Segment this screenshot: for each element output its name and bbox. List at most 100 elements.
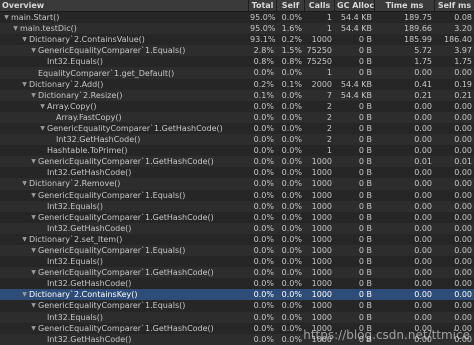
time-ms-cell: 0.00 bbox=[414, 212, 432, 222]
table-row[interactable]: ▼ GenericEqualityComparer`1.Equals() 0.0% 0… bbox=[0, 300, 474, 312]
triangle-down-icon[interactable]: ▼ bbox=[20, 234, 29, 245]
calls-cell: 1000 bbox=[311, 223, 332, 233]
table-row[interactable]: ▶Int32.Equals() 0.0% 0.0% 1000 0 B 0.00 0.00 bbox=[0, 256, 474, 268]
table-row[interactable]: ▶Int32.Equals() 0.0% 0.0% 1000 0 B 0.00 0.00 bbox=[0, 311, 474, 323]
self-cell: 0.0% bbox=[281, 245, 302, 255]
triangle-down-icon[interactable]: ▼ bbox=[20, 79, 29, 90]
table-row[interactable]: ▼ main.testDic() 95.0% 1.6% 1 54.4 KB 189.66 3.… bbox=[0, 23, 474, 35]
table-row[interactable]: ▼ Dictionary`2.ContainsKey() 0.0% 0.0% 1000 0… bbox=[0, 289, 474, 301]
table-row[interactable]: ▼ GenericEqualityComparer`1.GetHashCode()… bbox=[0, 156, 474, 168]
gc-alloc-cell: 0 B bbox=[358, 257, 372, 267]
triangle-down-icon[interactable]: ▼ bbox=[29, 156, 38, 167]
triangle-down-icon[interactable]: ▼ bbox=[20, 34, 29, 45]
triangle-down-icon[interactable]: ▼ bbox=[29, 90, 38, 101]
self-cell: 0.0% bbox=[281, 301, 302, 311]
table-row[interactable]: ▼ Dictionary`2.Remove() 0.0% 0.0% 1000 0 B 0.0… bbox=[0, 178, 474, 190]
table-row[interactable]: ▶Int32.Equals() 0.0% 0.0% 1000 0 B 0.00 0.00 bbox=[0, 200, 474, 212]
time-ms-cell: 0.00 bbox=[414, 223, 432, 233]
table-row[interactable]: ▼ Dictionary`2.Add() 0.2% 0.1% 2000 54.4 KB 0.… bbox=[0, 78, 474, 90]
row-label: EqualityComparer`1.get_Default() bbox=[38, 68, 175, 78]
total-cell: 0.0% bbox=[253, 190, 274, 200]
gc-alloc-cell: 0 B bbox=[358, 68, 372, 78]
table-row[interactable]: ▶Int32.GetHashCode() 0.0% 0.0% 1000 0 B 0.00 0… bbox=[0, 167, 474, 179]
self-ms-cell: 0.21 bbox=[454, 90, 472, 100]
row-name-cell: ▶Int32.GetHashCode() bbox=[0, 167, 248, 178]
row-name-cell: ▶Int32.Equals() bbox=[0, 256, 248, 267]
gc-alloc-cell: 0 B bbox=[358, 234, 372, 244]
triangle-down-icon[interactable]: ▼ bbox=[38, 123, 47, 134]
column-overview[interactable]: Overview bbox=[0, 0, 248, 11]
calls-cell: 1000 bbox=[311, 245, 332, 255]
self-ms-cell: 3.20 bbox=[454, 24, 472, 34]
total-cell: 95.0% bbox=[250, 13, 276, 22]
gc-alloc-cell: 0 B bbox=[358, 301, 372, 311]
row-name-cell: ▼ main.Start() bbox=[0, 12, 248, 23]
calls-cell: 1000 bbox=[311, 301, 332, 311]
triangle-down-icon[interactable]: ▼ bbox=[29, 300, 38, 311]
column-calls[interactable]: Calls bbox=[304, 0, 334, 11]
table-row[interactable]: ▶Array.FastCopy() 0.0% 0.0% 2 0 B 0.00 0.00 bbox=[0, 111, 474, 123]
total-cell: 0.0% bbox=[253, 135, 274, 145]
self-ms-cell: 0.01 bbox=[454, 157, 472, 167]
self-cell: 0.0% bbox=[281, 290, 302, 300]
column-self[interactable]: Self bbox=[276, 0, 304, 11]
self-cell: 0.2% bbox=[281, 35, 302, 45]
row-name-cell: ▶Int32.Equals() bbox=[0, 56, 248, 67]
gc-alloc-cell: 0 B bbox=[358, 290, 372, 300]
gc-alloc-cell: 0 B bbox=[358, 179, 372, 189]
table-row[interactable]: ▼ Dictionary`2.set_Item() 0.0% 0.0% 1000 0 B 0… bbox=[0, 233, 474, 245]
column-total[interactable]: Total bbox=[248, 0, 276, 11]
self-cell: 0.0% bbox=[281, 201, 302, 211]
triangle-down-icon[interactable]: ▼ bbox=[29, 190, 38, 201]
table-row[interactable]: ▼ GenericEqualityComparer`1.GetHashCode()… bbox=[0, 211, 474, 223]
table-row[interactable]: ▼ Dictionary`2.ContainsValue() 93.1% 0.2% 10… bbox=[0, 34, 474, 46]
gc-alloc-cell: 54.4 KB bbox=[340, 13, 372, 22]
calls-cell: 2 bbox=[326, 101, 332, 111]
row-name-cell: ▼ Array.Copy() bbox=[0, 101, 248, 112]
table-row[interactable]: ▶EqualityComparer`1.get_Default() 0.0% 0.0… bbox=[0, 67, 474, 79]
column-gc-alloc[interactable]: GC Alloc bbox=[334, 0, 374, 11]
row-label: Int32.Equals() bbox=[47, 201, 104, 211]
self-cell: 0.0% bbox=[281, 112, 302, 122]
table-row[interactable]: ▼ GenericEqualityComparer`1.GetHashCode()… bbox=[0, 267, 474, 279]
triangle-down-icon[interactable]: ▼ bbox=[20, 289, 29, 300]
self-ms-cell: 0.19 bbox=[454, 79, 472, 89]
table-row[interactable]: ▼ main.Start() 95.0% 0.0% 1 54.4 KB 189.75 0.08 bbox=[0, 12, 474, 24]
row-name-cell: ▼ GenericEqualityComparer`1.GetHashCode() bbox=[0, 156, 248, 167]
row-label: GenericEqualityComparer`1.GetHashCode() bbox=[38, 323, 214, 333]
gc-alloc-cell: 0 B bbox=[358, 135, 372, 145]
triangle-down-icon[interactable]: ▼ bbox=[11, 23, 20, 34]
triangle-down-icon[interactable]: ▼ bbox=[29, 323, 38, 334]
table-row[interactable]: ▼ GenericEqualityComparer`1.Equals() 0.0% 0… bbox=[0, 244, 474, 257]
table-row[interactable]: ▶Int32.GetHashCode() 0.0% 0.0% 1000 0 B 0.00 0… bbox=[0, 222, 474, 234]
table-row[interactable]: ▶Int32.GetHashCode() 0.0% 0.0% 2 0 B 0.00 0.00 bbox=[0, 134, 474, 146]
self-ms-cell: 0.00 bbox=[454, 223, 472, 233]
gc-alloc-cell: 0 B bbox=[358, 212, 372, 222]
table-row[interactable]: ▶Int32.Equals() 0.8% 0.8% 75250 0 B 1.75 1.75 bbox=[0, 56, 474, 68]
triangle-down-icon[interactable]: ▼ bbox=[2, 12, 11, 23]
table-row[interactable]: ▶Hashtable.ToPrime() 0.0% 0.0% 1 0 B 0.00 0.00 bbox=[0, 145, 474, 157]
table-row[interactable]: ▼ GenericEqualityComparer`1.Equals() 0.0% 0… bbox=[0, 189, 474, 201]
gc-alloc-cell: 0 B bbox=[358, 245, 372, 255]
triangle-down-icon[interactable]: ▼ bbox=[20, 178, 29, 189]
time-ms-cell: 0.00 bbox=[414, 123, 432, 133]
total-cell: 0.0% bbox=[253, 234, 274, 244]
column-time-ms[interactable]: Time ms bbox=[374, 0, 434, 11]
triangle-down-icon[interactable]: ▼ bbox=[29, 267, 38, 278]
triangle-down-icon[interactable]: ▼ bbox=[29, 212, 38, 223]
row-label: Int32.GetHashCode() bbox=[47, 168, 132, 178]
triangle-down-icon[interactable]: ▼ bbox=[38, 101, 47, 112]
time-ms-cell: 0.00 bbox=[414, 312, 432, 322]
time-ms-cell: 0.01 bbox=[414, 157, 432, 167]
watermark: https://blog.csdn.net/ttmice bbox=[303, 328, 470, 342]
table-row[interactable]: ▶Int32.GetHashCode() 0.0% 0.0% 1000 0 B 0.00 0… bbox=[0, 278, 474, 290]
table-row[interactable]: ▼ Array.Copy() 0.0% 0.0% 2 0 B 0.00 0.00 bbox=[0, 100, 474, 112]
table-row[interactable]: ▼ Dictionary`2.Resize() 0.1% 0.0% 7 54.4 KB 0.… bbox=[0, 89, 474, 101]
self-ms-cell: 3.97 bbox=[454, 46, 472, 56]
triangle-down-icon[interactable]: ▼ bbox=[29, 45, 38, 56]
table-row[interactable]: ▼ GenericEqualityComparer`1.Equals() 2.8% 1… bbox=[0, 45, 474, 57]
table-row[interactable]: ▼ GenericEqualityComparer`1.GetHashCode()… bbox=[0, 122, 474, 135]
gc-alloc-cell: 0 B bbox=[358, 279, 372, 289]
column-self-ms[interactable]: Self ms bbox=[434, 0, 474, 11]
triangle-down-icon[interactable]: ▼ bbox=[29, 245, 38, 256]
